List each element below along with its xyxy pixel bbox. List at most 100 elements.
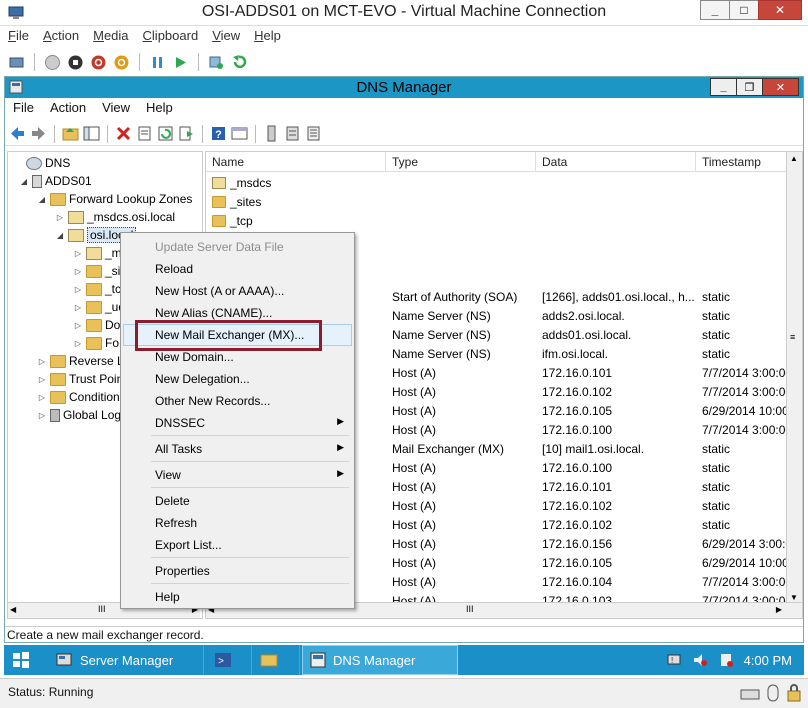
taskbar-server-manager[interactable]: Server Manager (50, 645, 204, 675)
revert-icon[interactable] (231, 54, 248, 71)
vm-menu-media[interactable]: Media (93, 28, 128, 48)
dns-menu-help[interactable]: Help (146, 100, 173, 120)
expand-arrow-icon[interactable]: ▷ (36, 411, 48, 420)
tree-item-domain-dns-zones[interactable]: ▷ Do (72, 316, 120, 334)
menu-item-export-list[interactable]: Export List... (123, 534, 352, 556)
column-header-name[interactable]: Name (206, 152, 386, 172)
table-row[interactable]: _msdcs (206, 174, 788, 193)
action-center-icon[interactable] (718, 652, 734, 668)
server-icon[interactable] (263, 125, 280, 142)
cell-timestamp: static (702, 290, 731, 304)
start-vm-icon[interactable] (44, 54, 61, 71)
speaker-muted-icon[interactable] (692, 652, 708, 668)
tree-item-forest-dns-zones[interactable]: ▷ Fo (72, 334, 119, 352)
expand-arrow-icon[interactable]: ▷ (36, 357, 48, 366)
show-hide-tree-icon[interactable] (83, 125, 100, 142)
list-vertical-scrollbar[interactable]: ▲ ≡ ▼ (786, 152, 802, 604)
expand-arrow-icon[interactable]: ▷ (72, 249, 84, 258)
collapse-arrow-icon[interactable]: ◢ (18, 177, 30, 186)
expand-arrow-icon[interactable]: ▷ (36, 375, 48, 384)
tree-item-sites[interactable]: ▷ _sit (72, 262, 124, 280)
expand-arrow-icon[interactable]: ▷ (72, 303, 84, 312)
clock[interactable]: 4:00 PM (744, 653, 792, 668)
svg-text:?: ? (215, 129, 222, 141)
checkpoint-icon[interactable] (208, 54, 225, 71)
taskbar-dns-manager[interactable]: DNS Manager (302, 645, 458, 675)
expand-arrow-icon[interactable]: ▷ (72, 285, 84, 294)
expand-arrow-icon[interactable]: ▷ (36, 393, 48, 402)
windows-start-icon[interactable] (12, 651, 30, 669)
vm-menu-action[interactable]: Action (43, 28, 79, 48)
save-state-icon[interactable] (113, 54, 130, 71)
menu-item-properties[interactable]: Properties (123, 560, 352, 582)
vm-menu-help[interactable]: Help (254, 28, 281, 48)
expand-arrow-icon[interactable]: ▷ (72, 321, 84, 330)
tree-item-udp[interactable]: ▷ _ud (72, 298, 125, 316)
properties-icon[interactable] (136, 125, 153, 142)
tree-item-global-logs[interactable]: ▷ Global Log (36, 406, 121, 424)
help-icon[interactable]: ? (210, 125, 227, 142)
tree-item-trust-points[interactable]: ▷ Trust Poin (36, 370, 123, 388)
menu-item-refresh[interactable]: Refresh (123, 512, 352, 534)
vm-window-title: OSI-ADDS01 on MCT-EVO - Virtual Machine … (201, 3, 607, 20)
taskbar-powershell[interactable]: > (208, 645, 252, 675)
taskbar-file-explorer[interactable] (254, 645, 300, 675)
minimize-button[interactable]: _ (700, 0, 730, 20)
menu-item-view[interactable]: View ▶ (123, 464, 352, 486)
delete-icon[interactable] (115, 125, 132, 142)
tree-item-adds01[interactable]: ◢ ADDS01 (18, 172, 92, 190)
tree-item-forward-lookup-zones[interactable]: ◢ Forward Lookup Zones (36, 190, 192, 208)
tree-item-tcp[interactable]: ▷ _tc (72, 280, 121, 298)
menu-item-delete[interactable]: Delete (123, 490, 352, 512)
menu-item-new-delegation[interactable]: New Delegation... (123, 368, 352, 390)
keyboard-icon (740, 689, 760, 700)
refresh-icon[interactable] (157, 125, 174, 142)
tree-item-msdcs-zone[interactable]: ▷ _msdcs.osi.local (54, 208, 175, 226)
menu-item-all-tasks[interactable]: All Tasks ▶ (123, 438, 352, 460)
resume-icon[interactable] (172, 54, 189, 71)
shutdown-icon[interactable] (90, 54, 107, 71)
close-button[interactable]: ✕ (758, 0, 802, 20)
console-view-icon[interactable] (231, 125, 248, 142)
expand-arrow-icon[interactable]: ▷ (72, 267, 84, 276)
collapse-arrow-icon[interactable]: ◢ (54, 231, 66, 240)
back-arrow-icon[interactable] (9, 125, 26, 142)
expand-arrow-icon[interactable]: ▷ (54, 213, 66, 222)
menu-item-help[interactable]: Help (123, 586, 352, 608)
collapse-arrow-icon[interactable]: ◢ (36, 195, 48, 204)
vm-menu-file[interactable]: File (8, 28, 29, 48)
menu-item-reload[interactable]: Reload (123, 258, 352, 280)
dns-menu-view[interactable]: View (102, 100, 130, 120)
menu-item-other-new-records[interactable]: Other New Records... (123, 390, 352, 412)
pause-icon[interactable] (149, 54, 166, 71)
maximize-button[interactable]: □ (729, 0, 759, 20)
dns-minimize-button[interactable]: _ (710, 78, 737, 96)
table-row[interactable]: _sites (206, 193, 788, 212)
table-row[interactable]: _tcp (206, 212, 788, 231)
column-header-data[interactable]: Data (536, 152, 696, 172)
tree-item-dns[interactable]: DNS (12, 154, 70, 172)
up-folder-icon[interactable] (62, 125, 79, 142)
dns-menu-file[interactable]: File (13, 100, 34, 120)
tree-item-msdcs-sub[interactable]: ▷ _m (72, 244, 122, 262)
zone-icon[interactable] (284, 125, 301, 142)
records-icon[interactable] (305, 125, 322, 142)
dns-restore-button[interactable]: ❐ (736, 78, 763, 96)
network-icon[interactable]: ! (666, 652, 682, 668)
column-header-timestamp[interactable]: Timestamp (696, 152, 788, 172)
tree-item-conditional-forwarders[interactable]: ▷ Condition (36, 388, 120, 406)
dns-close-button[interactable]: ✕ (762, 78, 799, 96)
turn-off-icon[interactable] (67, 54, 84, 71)
expand-arrow-icon[interactable]: ▷ (72, 339, 84, 348)
dns-menu-action[interactable]: Action (50, 100, 86, 120)
vm-menu-view[interactable]: View (212, 28, 240, 48)
forward-arrow-icon[interactable] (30, 125, 47, 142)
menu-item-dnssec[interactable]: DNSSEC ▶ (123, 412, 352, 434)
dns-status-bar: Create a new mail exchanger record. (5, 626, 803, 642)
column-header-type[interactable]: Type (386, 152, 536, 172)
export-list-icon[interactable] (178, 125, 195, 142)
ctrl-alt-del-icon[interactable] (8, 54, 25, 71)
tree-item-reverse-lookup-zones[interactable]: ▷ Reverse Lo (36, 352, 130, 370)
vm-menu-clipboard[interactable]: Clipboard (143, 28, 199, 48)
menu-item-new-host-a-or-aaaa[interactable]: New Host (A or AAAA)... (123, 280, 352, 302)
